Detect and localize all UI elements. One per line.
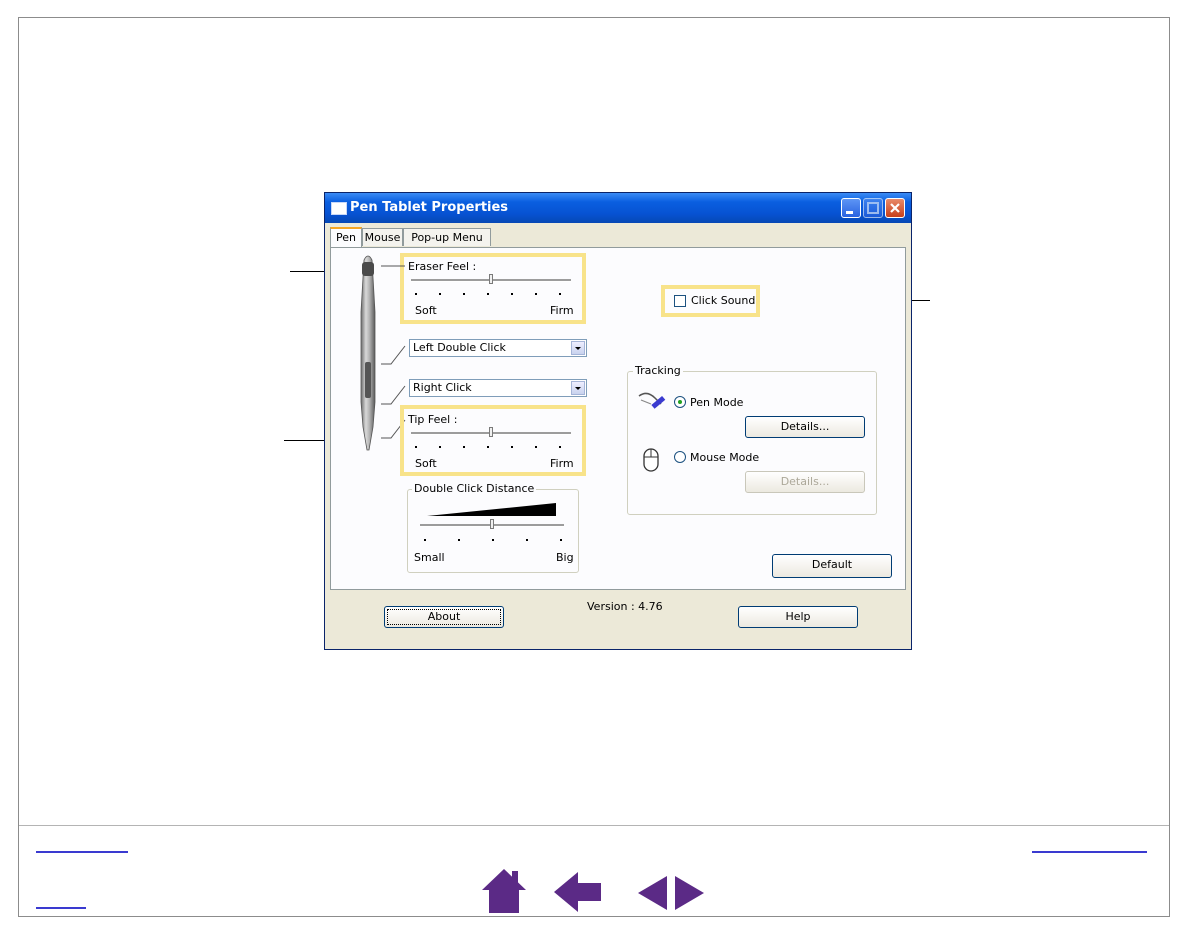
mouse-mode-label[interactable]: Mouse Mode bbox=[690, 451, 759, 464]
tip-feel-thumb[interactable] bbox=[489, 427, 493, 437]
next-page-icon[interactable] bbox=[675, 876, 705, 910]
click-sound-label[interactable]: Click Sound bbox=[691, 294, 755, 307]
slider-tick bbox=[535, 293, 537, 295]
pen-mode-label[interactable]: Pen Mode bbox=[690, 396, 743, 409]
slider-tick bbox=[492, 539, 494, 541]
window-icon bbox=[331, 202, 347, 215]
version-text: Version : 4.76 bbox=[587, 600, 663, 613]
pen-icon bbox=[360, 255, 376, 451]
tip-soft-label: Soft bbox=[415, 457, 437, 470]
pen-mode-icon bbox=[638, 392, 666, 409]
eraser-feel-label: Eraser Feel : bbox=[408, 260, 477, 273]
help-button[interactable]: Help bbox=[738, 606, 858, 628]
mouse-mode-radio[interactable] bbox=[674, 451, 686, 463]
pen-mode-radio[interactable] bbox=[674, 396, 686, 408]
pen-tablet-properties-window: Pen Tablet Properties Pen Mouse Pop-up M… bbox=[324, 192, 912, 650]
distance-small-label: Small bbox=[414, 551, 445, 564]
upper-button-dropdown[interactable]: Left Double Click bbox=[409, 339, 587, 357]
footer-link-left-bottom[interactable] bbox=[36, 907, 86, 909]
tab-popup-menu[interactable]: Pop-up Menu bbox=[403, 228, 491, 246]
eraser-feel-thumb[interactable] bbox=[489, 274, 493, 284]
home-icon[interactable] bbox=[481, 868, 527, 914]
pen-mode-details-button[interactable]: Details... bbox=[745, 416, 865, 438]
title-bar[interactable]: Pen Tablet Properties bbox=[325, 193, 911, 223]
slider-tick bbox=[439, 293, 441, 295]
footer-link-left-top[interactable] bbox=[36, 851, 128, 853]
slider-tick bbox=[560, 539, 562, 541]
slider-tick bbox=[487, 293, 489, 295]
slider-tick bbox=[458, 539, 460, 541]
maximize-button[interactable] bbox=[863, 198, 883, 218]
close-button[interactable] bbox=[885, 198, 905, 218]
slider-tick bbox=[415, 446, 417, 448]
slider-tick bbox=[511, 293, 513, 295]
slider-tick bbox=[526, 539, 528, 541]
mouse-icon bbox=[643, 448, 659, 472]
slider-tick bbox=[463, 446, 465, 448]
eraser-connector bbox=[381, 265, 405, 267]
distance-big-label: Big bbox=[556, 551, 574, 564]
slider-tick bbox=[511, 446, 513, 448]
double-click-distance-thumb[interactable] bbox=[490, 519, 494, 529]
tracking-label: Tracking bbox=[633, 364, 683, 377]
chevron-down-icon[interactable] bbox=[571, 381, 585, 395]
upper-button-connector bbox=[381, 345, 406, 365]
eraser-firm-label: Firm bbox=[550, 304, 574, 317]
double-click-distance-label: Double Click Distance bbox=[412, 482, 537, 495]
pen-tab-panel: Eraser Feel : Soft Firm Left Double Clic… bbox=[330, 247, 906, 590]
previous-page-icon[interactable] bbox=[638, 876, 668, 910]
slider-tick bbox=[559, 293, 561, 295]
minimize-button[interactable] bbox=[841, 198, 861, 218]
slider-tick bbox=[415, 293, 417, 295]
tip-firm-label: Firm bbox=[550, 457, 574, 470]
tip-feel-label: Tip Feel : bbox=[408, 413, 458, 426]
slider-tick bbox=[559, 446, 561, 448]
about-button[interactable]: About bbox=[384, 606, 504, 628]
mouse-mode-details-button: Details... bbox=[745, 471, 865, 493]
default-button[interactable]: Default bbox=[772, 554, 892, 578]
lower-button-dropdown[interactable]: Right Click bbox=[409, 379, 587, 397]
click-sound-checkbox[interactable] bbox=[674, 295, 686, 307]
slider-tick bbox=[439, 446, 441, 448]
lower-button-connector bbox=[381, 385, 406, 405]
slider-tick bbox=[424, 539, 426, 541]
window-title: Pen Tablet Properties bbox=[350, 200, 509, 215]
slider-tick bbox=[535, 446, 537, 448]
tab-mouse[interactable]: Mouse bbox=[362, 228, 403, 246]
distance-wedge-icon bbox=[427, 503, 556, 516]
footer-divider bbox=[19, 825, 1169, 826]
eraser-soft-label: Soft bbox=[415, 304, 437, 317]
back-arrow-icon[interactable] bbox=[554, 872, 602, 912]
slider-tick bbox=[487, 446, 489, 448]
tab-pen[interactable]: Pen bbox=[330, 227, 362, 248]
chevron-down-icon[interactable] bbox=[571, 341, 585, 355]
lower-button-value: Right Click bbox=[413, 381, 472, 394]
footer-link-right-top[interactable] bbox=[1032, 851, 1147, 853]
slider-tick bbox=[463, 293, 465, 295]
upper-button-value: Left Double Click bbox=[413, 341, 506, 354]
